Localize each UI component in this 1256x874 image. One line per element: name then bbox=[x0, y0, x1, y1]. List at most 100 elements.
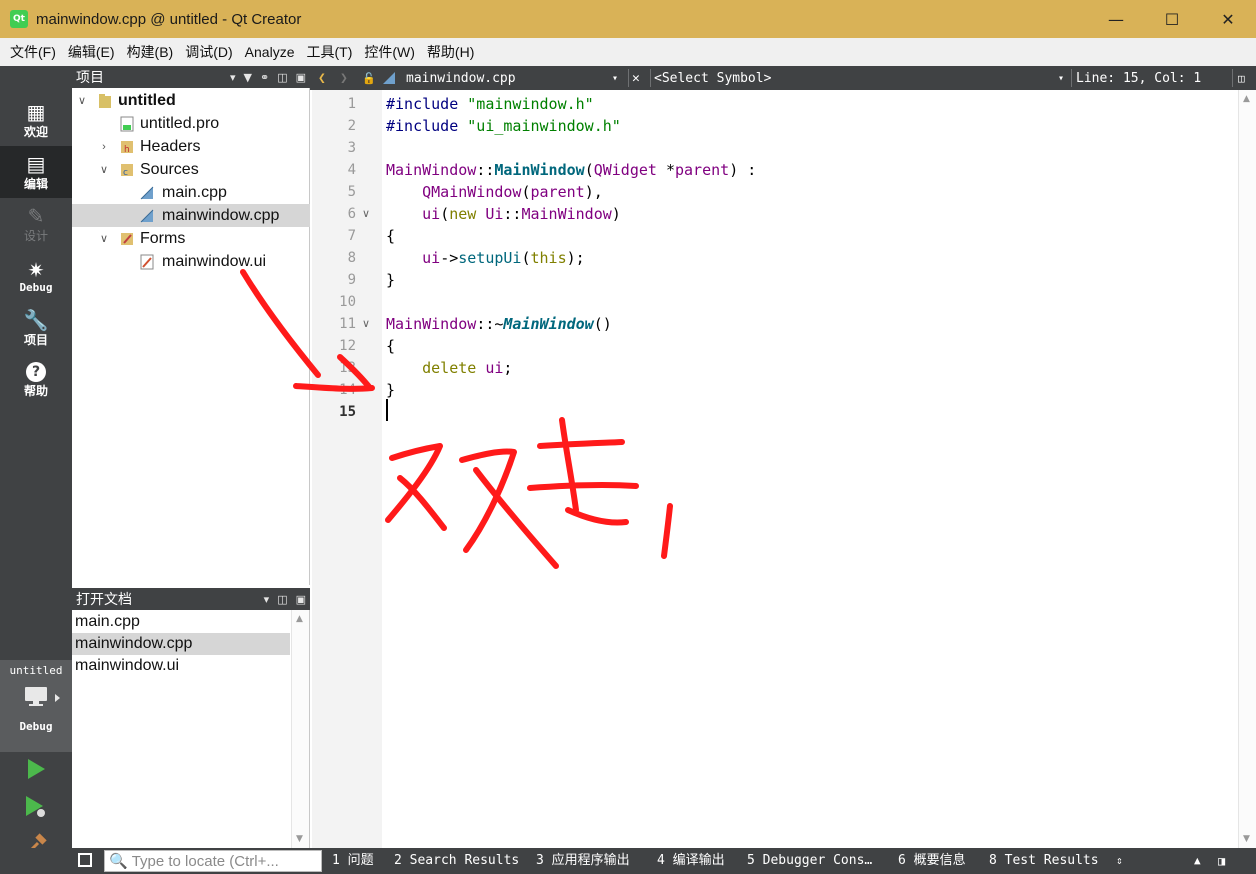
pane-tab-compile-output[interactable]: 4 编译输出 bbox=[657, 848, 725, 874]
menu-tools[interactable]: 工具(T) bbox=[300, 42, 358, 62]
mode-projects[interactable]: 🔧 项目 bbox=[0, 302, 72, 354]
more-panes-icon[interactable]: ⇕ bbox=[1116, 848, 1123, 874]
chevron-down-icon[interactable]: ∨ bbox=[98, 163, 110, 176]
pane-tab-test-results[interactable]: 8 Test Results bbox=[989, 848, 1099, 874]
link-icon[interactable]: ⚭ bbox=[260, 71, 269, 84]
debug-run-button[interactable] bbox=[0, 790, 72, 824]
current-file[interactable]: mainwindow.cpp bbox=[406, 66, 516, 90]
tree-label: Headers bbox=[140, 137, 201, 155]
tree-item-headers[interactable]: › h Headers bbox=[72, 135, 310, 158]
menu-file[interactable]: 文件(F) bbox=[4, 42, 62, 62]
forward-icon[interactable]: ❯ bbox=[340, 66, 348, 90]
sources-folder-icon: c bbox=[121, 163, 133, 178]
cursor-position[interactable]: Line: 15, Col: 1 bbox=[1076, 66, 1201, 90]
split-icon[interactable]: ◫ bbox=[277, 71, 287, 84]
pane-tab-debugger-console[interactable]: 5 Debugger Cons… bbox=[747, 848, 872, 874]
tree-label: Sources bbox=[140, 160, 199, 178]
fold-chevron-icon[interactable]: ∨ bbox=[362, 203, 370, 225]
split-editor-icon[interactable]: ◫ bbox=[1238, 66, 1245, 90]
line-number: 8 bbox=[347, 250, 356, 266]
maximize-pane-icon[interactable]: ▲ bbox=[1194, 848, 1201, 874]
mode-design[interactable]: ✎ 设计 bbox=[0, 198, 72, 250]
symbol-selector[interactable]: <Select Symbol> bbox=[654, 66, 771, 90]
tree-label: mainwindow.ui bbox=[162, 252, 267, 270]
scroll-up-icon[interactable]: ▲ bbox=[1243, 94, 1250, 104]
menu-analyze[interactable]: Analyze bbox=[239, 44, 301, 60]
menu-debug[interactable]: 调试(D) bbox=[179, 42, 238, 62]
mode-help[interactable]: ? 帮助 bbox=[0, 354, 72, 406]
open-doc-item[interactable]: mainwindow.cpp bbox=[72, 633, 290, 655]
dropdown-icon[interactable]: ▾ bbox=[264, 593, 270, 606]
title-bar: Qt mainwindow.cpp @ untitled - Qt Creato… bbox=[0, 0, 1256, 38]
run-button[interactable] bbox=[0, 752, 72, 786]
tree-label: untitled.pro bbox=[140, 114, 220, 132]
code-line: ui(new Ui::MainWindow) bbox=[422, 205, 621, 223]
toggle-right-sidebar-icon[interactable]: ◨ bbox=[1218, 848, 1225, 874]
back-icon[interactable]: ❮ bbox=[318, 66, 326, 90]
line-number: 6 bbox=[347, 206, 356, 222]
chevron-down-icon[interactable]: ∨ bbox=[76, 94, 88, 107]
close-pane-icon[interactable]: ▣ bbox=[296, 593, 306, 606]
line-number: 10 bbox=[339, 294, 356, 310]
open-documents-scrollbar[interactable]: ▲ ▼ bbox=[291, 610, 309, 848]
code-line: MainWindow::MainWindow(QWidget *parent) … bbox=[386, 161, 757, 179]
locator-placeholder: Type to locate (Ctrl+... bbox=[131, 852, 279, 870]
document-icon: ▤ bbox=[26, 151, 46, 176]
tree-item-sources[interactable]: ∨ c Sources bbox=[72, 158, 310, 181]
lock-icon: 🔓 bbox=[362, 71, 376, 85]
tree-label: untitled bbox=[118, 91, 176, 109]
symbol-dropdown-icon[interactable]: ▾ bbox=[1058, 66, 1064, 90]
tree-item-main-cpp[interactable]: main.cpp bbox=[72, 181, 310, 204]
mode-label: Debug bbox=[19, 280, 53, 294]
editor-scrollbar[interactable]: ▲ ▼ bbox=[1238, 90, 1256, 848]
mode-welcome[interactable]: ▦ 欢迎 bbox=[0, 94, 72, 146]
chevron-right-icon[interactable]: › bbox=[98, 141, 110, 153]
split-icon[interactable]: ◫ bbox=[277, 593, 287, 606]
maximize-button[interactable]: ☐ bbox=[1144, 0, 1200, 38]
open-doc-item[interactable]: main.cpp bbox=[72, 611, 290, 633]
filter-icon[interactable]: ▼ bbox=[244, 71, 252, 84]
menu-widgets[interactable]: 控件(W) bbox=[358, 42, 421, 62]
code-line: } bbox=[386, 271, 396, 289]
scroll-up-icon[interactable]: ▲ bbox=[296, 614, 303, 624]
file-dropdown-icon[interactable]: ▾ bbox=[612, 66, 618, 90]
minimize-button[interactable]: — bbox=[1088, 0, 1144, 38]
statusbar-left bbox=[0, 848, 72, 874]
pane-tab-application-output[interactable]: 3 应用程序输出 bbox=[536, 848, 630, 874]
pane-tab-issues[interactable]: 1 问题 bbox=[332, 848, 374, 874]
cpp-file-icon bbox=[140, 209, 154, 222]
open-doc-item[interactable]: mainwindow.ui bbox=[72, 655, 290, 677]
locator-input[interactable]: 🔍 Type to locate (Ctrl+... bbox=[104, 850, 322, 872]
tree-item-mainwindow-cpp[interactable]: mainwindow.cpp bbox=[72, 204, 310, 227]
mode-edit[interactable]: ▤ 编辑 bbox=[0, 146, 72, 198]
code-editor[interactable]: #include "mainwindow.h" #include "ui_mai… bbox=[382, 90, 1238, 848]
menu-help[interactable]: 帮助(H) bbox=[421, 42, 480, 62]
code-line: { bbox=[386, 227, 396, 245]
close-pane-icon[interactable]: ▣ bbox=[296, 71, 306, 84]
wrench-icon: 🔧 bbox=[23, 307, 49, 332]
tree-item-mainwindow-ui[interactable]: mainwindow.ui bbox=[72, 250, 310, 273]
fold-chevron-icon[interactable]: ∨ bbox=[362, 313, 370, 335]
pane-tab-search-results[interactable]: 2 Search Results bbox=[394, 848, 519, 874]
close-button[interactable]: ✕ bbox=[1200, 0, 1256, 38]
chevron-down-icon[interactable]: ∨ bbox=[98, 232, 110, 245]
scroll-down-icon[interactable]: ▼ bbox=[1243, 834, 1250, 844]
toggle-sidebar-icon[interactable] bbox=[78, 853, 92, 867]
menu-build[interactable]: 构建(B) bbox=[121, 42, 180, 62]
pane-tab-general-messages[interactable]: 6 概要信息 bbox=[898, 848, 966, 874]
dropdown-icon[interactable]: ▾ bbox=[230, 71, 236, 84]
text-cursor bbox=[386, 399, 388, 421]
project-tree: ∨ untitled untitled.pro › h Headers ∨ c … bbox=[72, 88, 310, 585]
tree-item-untitled[interactable]: ∨ untitled bbox=[72, 89, 310, 112]
tree-item-forms[interactable]: ∨ Forms bbox=[72, 227, 310, 250]
scroll-down-icon[interactable]: ▼ bbox=[296, 834, 303, 844]
kit-selector[interactable]: untitled Debug bbox=[0, 660, 72, 752]
output-pane-bar: 🔍 Type to locate (Ctrl+... 1 问题 2 Search… bbox=[72, 848, 1256, 874]
tree-item-untitled-pro[interactable]: untitled.pro bbox=[72, 112, 310, 135]
line-number: 15 bbox=[339, 404, 356, 420]
qt-logo-icon: Qt bbox=[10, 10, 28, 28]
menu-edit[interactable]: 编辑(E) bbox=[62, 42, 121, 62]
line-number-gutter: 1 2 3 4 5 6 ∨ 7 8 9 10 11 ∨ 12 13 14 15 bbox=[312, 90, 382, 848]
mode-debug[interactable]: ✷ Debug bbox=[0, 250, 72, 302]
close-file-icon[interactable]: ✕ bbox=[632, 66, 640, 90]
